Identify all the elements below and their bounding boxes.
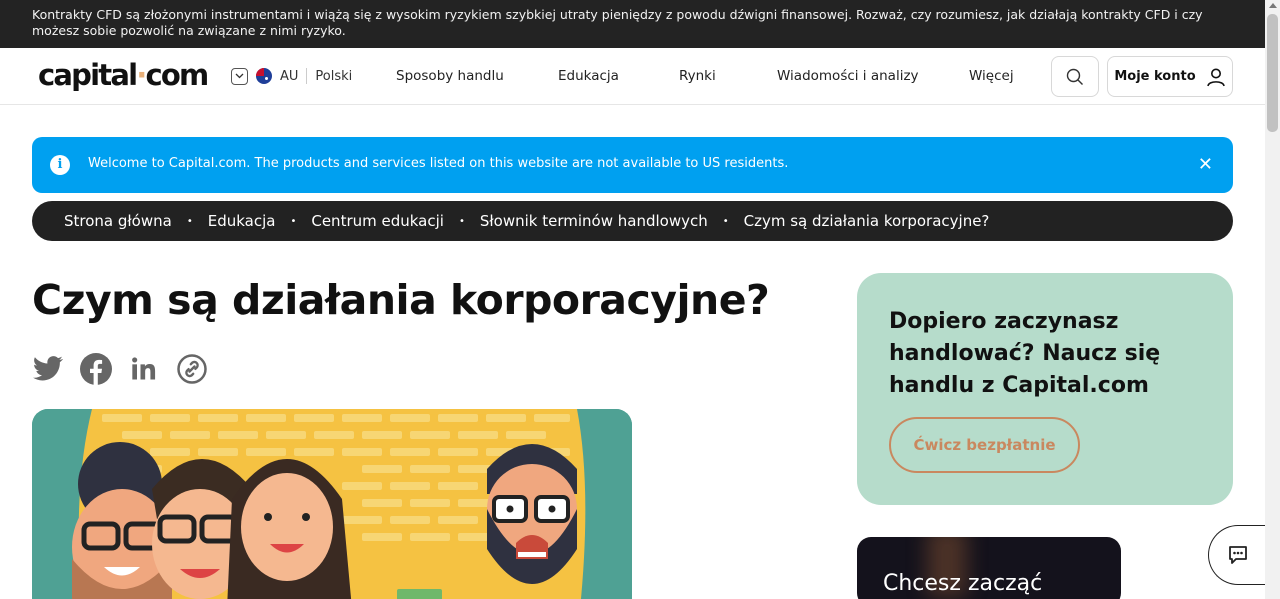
language-label: Polski xyxy=(315,68,353,84)
breadcrumb-current: Czym są działania korporacyjne? xyxy=(743,212,990,230)
search-icon xyxy=(1066,68,1083,85)
divider xyxy=(306,68,308,84)
nav-news-analysis[interactable]: Wiadomości i analizy xyxy=(777,68,919,84)
share-facebook-button[interactable] xyxy=(79,352,113,386)
twitter-icon xyxy=(32,356,63,381)
chat-button[interactable] xyxy=(1208,525,1268,585)
facebook-icon xyxy=(80,353,112,385)
breadcrumb-separator: • xyxy=(290,215,297,227)
share-twitter-button[interactable] xyxy=(31,352,65,386)
practice-free-button[interactable]: Ćwicz bezpłatnie xyxy=(889,417,1080,473)
chat-icon xyxy=(1228,546,1247,564)
share-linkedin-button[interactable] xyxy=(127,352,161,386)
breadcrumb-separator: • xyxy=(186,215,193,227)
site-header: capital·com AU Polski Sposoby handlu Edu… xyxy=(0,48,1265,105)
us-residents-banner: i Welcome to Capital.com. The products a… xyxy=(32,137,1233,193)
promo-text: Chcesz zacząć xyxy=(883,571,1043,596)
my-account-button[interactable]: Moje konto xyxy=(1107,56,1233,97)
breadcrumb-education[interactable]: Edukacja xyxy=(208,212,276,230)
breadcrumb-separator: • xyxy=(722,215,729,227)
page-scrollbar[interactable] xyxy=(1265,0,1280,599)
nav-ways-to-trade[interactable]: Sposoby handlu xyxy=(396,68,504,84)
logo-text-left: capital xyxy=(38,58,138,92)
region-language-selector[interactable]: AU Polski xyxy=(231,67,352,85)
chevron-down-icon xyxy=(231,67,248,85)
australia-flag-icon xyxy=(256,68,272,84)
link-icon xyxy=(177,354,207,384)
breadcrumb: Strona główna • Edukacja • Centrum eduka… xyxy=(32,201,1233,241)
account-label: Moje konto xyxy=(1114,69,1196,84)
promo-card[interactable]: Chcesz zacząć xyxy=(857,537,1121,599)
logo-text-right: com xyxy=(145,58,209,92)
close-icon[interactable]: ✕ xyxy=(1198,154,1213,175)
breadcrumb-glossary[interactable]: Słownik terminów handlowych xyxy=(480,212,708,230)
page-title: Czym są działania korporacyjne? xyxy=(32,276,770,324)
scroll-up-arrow-icon[interactable] xyxy=(1269,3,1277,8)
article-hero-illustration xyxy=(32,409,632,599)
linkedin-icon xyxy=(132,357,156,380)
learn-to-trade-card: Dopiero zaczynasz handlować? Naucz się h… xyxy=(857,273,1233,505)
info-icon: i xyxy=(50,155,70,175)
nav-markets[interactable]: Rynki xyxy=(679,68,716,84)
nav-education[interactable]: Edukacja xyxy=(558,68,619,84)
cta-heading: Dopiero zaczynasz handlować? Naucz się h… xyxy=(889,309,1161,398)
user-icon xyxy=(1206,68,1225,86)
people-illustration xyxy=(32,409,632,599)
nav-more[interactable]: Więcej xyxy=(969,68,1014,84)
breadcrumb-separator: • xyxy=(458,215,465,227)
breadcrumb-education-center[interactable]: Centrum edukacji xyxy=(311,212,444,230)
region-code: AU xyxy=(280,68,299,84)
risk-warning-bar: Kontrakty CFD są złożonymi instrumentami… xyxy=(0,0,1265,48)
banner-message: Welcome to Capital.com. The products and… xyxy=(88,156,789,171)
risk-warning-text: Kontrakty CFD są złożonymi instrumentami… xyxy=(32,7,1203,38)
copy-link-button[interactable] xyxy=(175,352,209,386)
breadcrumb-home[interactable]: Strona główna xyxy=(64,212,172,230)
capital-com-logo[interactable]: capital·com xyxy=(38,58,209,92)
scroll-thumb[interactable] xyxy=(1267,14,1278,132)
search-button[interactable] xyxy=(1051,56,1099,97)
